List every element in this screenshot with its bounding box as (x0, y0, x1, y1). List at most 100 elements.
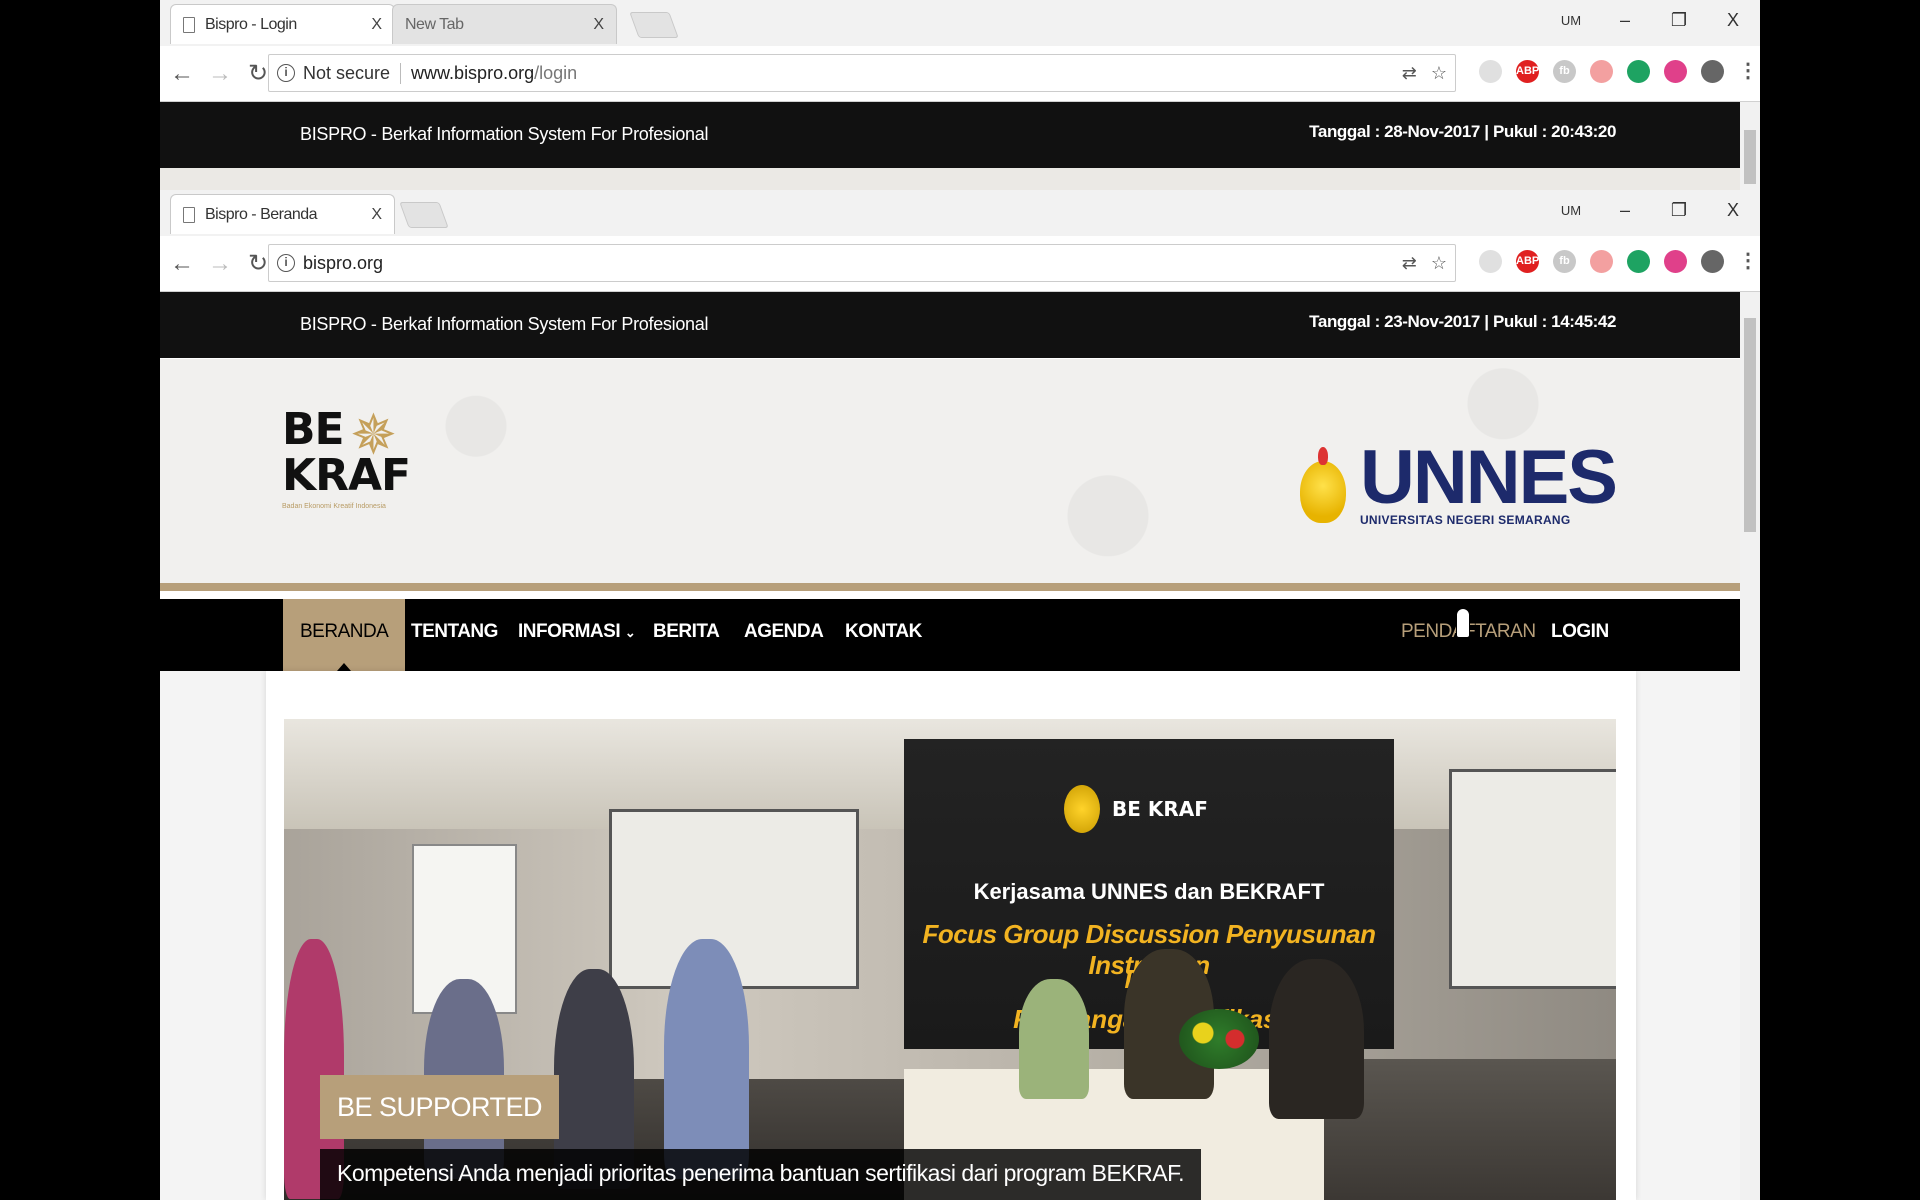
tab-strip: Bispro - Beranda X UM – ❐ X (160, 190, 1760, 236)
heart-icon[interactable] (1664, 250, 1687, 273)
back-icon[interactable]: ← (166, 60, 198, 88)
topbar-brand-text: BISPRO - Berkaf Information System For P… (300, 314, 709, 334)
mouse-cursor-hand-icon (1456, 608, 1470, 638)
tab-title: New Tab (405, 15, 464, 33)
scrollbar-thumb[interactable] (1744, 318, 1756, 532)
nav-berita[interactable]: BERITA (653, 599, 720, 671)
info-icon[interactable]: i (277, 254, 295, 272)
nav-login[interactable]: LOGIN (1551, 599, 1609, 671)
new-tab-button[interactable] (399, 202, 449, 228)
close-window-button[interactable]: X (1706, 200, 1760, 221)
bookmark-star-icon[interactable]: ☆ (1431, 63, 1447, 84)
hero-photo-table (1324, 1059, 1616, 1200)
browser-menu-icon[interactable]: ⋮ (1738, 250, 1758, 273)
url-host: www.bispro.org (411, 62, 535, 83)
adblock-icon[interactable]: ABP (1516, 60, 1539, 83)
close-icon[interactable]: X (371, 206, 382, 224)
tab-title: Bispro - Beranda (205, 205, 318, 223)
banner-line-1: Kerjasama UNNES dan BEKRAFT (973, 879, 1325, 904)
omnibox[interactable]: i bispro.org ⇄ ☆ (268, 244, 1456, 282)
hero-photo-person (1019, 979, 1089, 1099)
banner-bekraf-logo: BE KRAF (1112, 797, 1208, 821)
bekraf-logo[interactable]: BE KRAF ✵ Badan Ekonomi Kreatif Indonesi… (282, 403, 411, 537)
minimize-button[interactable]: – (1598, 10, 1652, 31)
translate-icon[interactable]: ⇄ (1402, 253, 1417, 274)
scrollbar-2[interactable] (1740, 292, 1760, 1200)
info-icon[interactable]: i (277, 64, 295, 82)
restore-button[interactable]: ❐ (1652, 200, 1706, 221)
profile-icon[interactable]: UM (1544, 203, 1598, 218)
page-icon (183, 16, 195, 33)
unnes-emblem-icon (1064, 785, 1100, 833)
fb-extension-icon[interactable]: fb (1553, 60, 1576, 83)
flag-icon[interactable] (1627, 250, 1650, 273)
browser-menu-icon[interactable]: ⋮ (1738, 60, 1758, 83)
profile-icon[interactable]: UM (1544, 13, 1598, 28)
minimize-button[interactable]: – (1598, 200, 1652, 221)
bekraf-star-icon: ✵ (350, 403, 397, 466)
window-controls: UM – ❐ X (1544, 190, 1760, 230)
content-area: BE KRAF Kerjasama UNNES dan BEKRAFT Focu… (160, 671, 1740, 1200)
topbar-datetime: Tanggal : 28-Nov-2017 | Pukul : 20:43:20 (1309, 122, 1616, 141)
pocket-icon[interactable] (1590, 60, 1613, 83)
browser-window-2: Bispro - Beranda X UM – ❐ X ← → ↻ i bisp… (160, 190, 1760, 292)
extension-grey-icon[interactable] (1479, 250, 1502, 273)
topbar-datetime: Tanggal : 23-Nov-2017 | Pukul : 14:45:42 (1309, 312, 1616, 331)
fb-extension-icon[interactable]: fb (1553, 250, 1576, 273)
forward-icon[interactable]: → (204, 250, 236, 278)
back-icon[interactable]: ← (166, 250, 198, 278)
new-tab-button[interactable] (629, 12, 679, 38)
main-nav: BERANDA TENTANG INFORMASI ⌄ BERITA AGEND… (160, 599, 1740, 671)
unnes-title: UNNES (1359, 435, 1618, 520)
bookmark-star-icon[interactable]: ☆ (1431, 253, 1447, 274)
tab-strip: Bispro - Login X New Tab X UM – ❐ X (160, 0, 1760, 46)
omnibox[interactable]: i Not secure www.bispro.org /login ⇄ ☆ (268, 54, 1456, 92)
browser-window-1: Bispro - Login X New Tab X UM – ❐ X ← → … (160, 0, 1760, 102)
globe-icon[interactable] (1701, 60, 1724, 83)
extension-grey-icon[interactable] (1479, 60, 1502, 83)
extensions-bar: ABP fb ⋮ (1479, 250, 1758, 273)
screen: Bispro - Login X New Tab X UM – ❐ X ← → … (160, 0, 1760, 1200)
close-window-button[interactable]: X (1706, 10, 1760, 31)
adblock-icon[interactable]: ABP (1516, 250, 1539, 273)
hero-photo-projector-screen (1449, 769, 1616, 989)
nav-beranda[interactable]: BERANDA (283, 599, 406, 671)
close-icon[interactable]: X (371, 16, 382, 34)
window-controls: UM – ❐ X (1544, 0, 1760, 40)
site-topbar-2: BISPRO - Berkaf Information System For P… (160, 292, 1740, 358)
url-host: bispro.org (303, 252, 384, 273)
site-header: BE KRAF ✵ Badan Ekonomi Kreatif Indonesi… (160, 359, 1740, 591)
slide-caption-text: Kompetensi Anda menjadi prioritas peneri… (320, 1149, 1201, 1200)
topbar-brand-text: BISPRO - Berkaf Information System For P… (300, 124, 709, 144)
nav-informasi[interactable]: INFORMASI ⌄ (518, 599, 636, 671)
hero-photo-person (1269, 959, 1364, 1119)
unnes-emblem-icon (1294, 447, 1352, 525)
header-strip-1 (160, 168, 1740, 190)
forward-icon[interactable]: → (204, 60, 236, 88)
hero-slider[interactable]: BE KRAF Kerjasama UNNES dan BEKRAFT Focu… (284, 719, 1616, 1200)
nav-kontak[interactable]: KONTAK (845, 599, 922, 671)
translate-icon[interactable]: ⇄ (1402, 63, 1417, 84)
tab-bispro-beranda[interactable]: Bispro - Beranda X (170, 194, 395, 234)
content-card: BE KRAF Kerjasama UNNES dan BEKRAFT Focu… (266, 671, 1636, 1200)
nav-tentang[interactable]: TENTANG (411, 599, 498, 671)
address-bar-row: ← → ↻ i Not secure www.bispro.org /login… (160, 46, 1760, 102)
globe-icon[interactable] (1701, 250, 1724, 273)
flag-icon[interactable] (1627, 60, 1650, 83)
heart-icon[interactable] (1664, 60, 1687, 83)
nav-agenda[interactable]: AGENDA (744, 599, 824, 671)
close-icon[interactable]: X (593, 16, 604, 34)
scrollbar-thumb[interactable] (1744, 130, 1756, 184)
omnibox-actions: ⇄ ☆ (1402, 253, 1447, 274)
unnes-logo[interactable]: UNNES UNIVERSITAS NEGERI SEMARANG (1294, 435, 1618, 527)
restore-button[interactable]: ❐ (1652, 10, 1706, 31)
tab-new-tab[interactable]: New Tab X (392, 4, 617, 44)
address-bar-row: ← → ↻ i bispro.org ⇄ ☆ ABP fb ⋮ (160, 236, 1760, 292)
scrollbar-1[interactable] (1740, 102, 1760, 190)
page-icon (183, 206, 195, 223)
chevron-down-icon: ⌄ (624, 625, 636, 640)
pocket-icon[interactable] (1590, 250, 1613, 273)
tab-bispro-login[interactable]: Bispro - Login X (170, 4, 395, 44)
slide-caption-title: BE SUPPORTED (320, 1075, 560, 1139)
site-topbar-1: BISPRO - Berkaf Information System For P… (160, 102, 1740, 168)
